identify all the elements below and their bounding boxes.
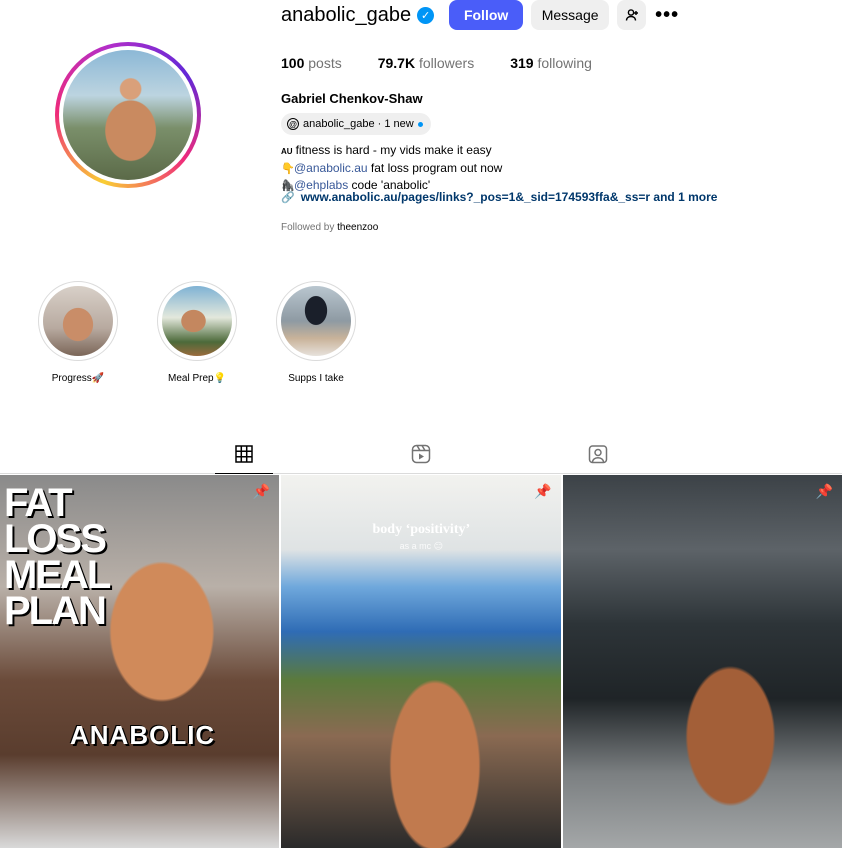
posts-grid-icon <box>235 445 253 463</box>
follow-button[interactable]: Follow <box>449 0 524 30</box>
new-indicator-dot <box>417 121 423 127</box>
mention-anabolic[interactable]: @anabolic.au <box>294 161 368 175</box>
post-tile[interactable]: 📌 <box>562 475 842 848</box>
post-overlay-title: FAT LOSS MEAL PLAN <box>4 481 111 633</box>
post-overlay-title: body ‘positivity’ <box>372 522 471 537</box>
post-tile[interactable]: body ‘positivity’ as a mc 😑 📌 <box>281 475 561 848</box>
highlight-label: Meal Prep💡 <box>167 373 227 384</box>
highlight-supps[interactable]: Supps I take <box>271 281 361 384</box>
posts-count: 100 posts <box>281 55 342 71</box>
highlight-ring <box>38 281 118 361</box>
link-icon: 🔗 <box>281 191 295 204</box>
reels-icon <box>411 444 431 464</box>
pointing-hand-icon: 👇 <box>281 163 295 175</box>
profile-link-text[interactable]: www.anabolic.au/pages/links?_pos=1&_sid=… <box>301 190 718 204</box>
more-options-button[interactable]: ••• <box>654 0 680 30</box>
highlight-cover <box>43 286 113 356</box>
more-options-icon: ••• <box>655 3 680 26</box>
highlight-meal-prep[interactable]: Meal Prep💡 <box>152 281 242 384</box>
bio-line-2: 👇@anabolic.au fat loss program out now <box>281 161 503 175</box>
pinned-icon: 📌 <box>815 483 833 499</box>
verified-badge-icon: ✓ <box>417 6 435 24</box>
profile-avatar-ring[interactable] <box>55 42 201 188</box>
profile-avatar <box>63 50 193 180</box>
profile-bio: AU fitness is hard - my vids make it easy… <box>281 142 502 194</box>
tab-tagged[interactable] <box>569 443 627 474</box>
followers-link[interactable]: 79.7K followers <box>378 55 475 71</box>
post-overlay-brand: ANABOLIC <box>70 720 216 750</box>
add-user-button[interactable] <box>617 0 647 30</box>
bio-line-1: AU fitness is hard - my vids make it easy <box>281 143 492 157</box>
highlight-cover <box>281 286 351 356</box>
threads-badge[interactable]: @ anabolic_gabe · 1 new <box>281 113 431 135</box>
tab-reels[interactable] <box>392 443 450 474</box>
highlight-label: Supps I take <box>288 373 344 384</box>
following-link[interactable]: 319 following <box>510 55 592 71</box>
tab-posts[interactable] <box>215 443 273 474</box>
posts-grid: FAT LOSS MEAL PLAN ANABOLIC 📌 body ‘posi… <box>0 475 842 848</box>
post-tile[interactable]: FAT LOSS MEAL PLAN ANABOLIC 📌 <box>0 475 280 848</box>
highlight-label: Progress🚀 <box>51 373 105 384</box>
profile-username: anabolic_gabe <box>281 3 412 26</box>
tagged-icon <box>588 445 608 464</box>
pinned-icon: 📌 <box>252 483 271 499</box>
highlight-ring <box>157 281 237 361</box>
profile-action-bar: anabolic_gabe ✓ Follow Message ••• <box>281 0 680 30</box>
highlight-cover <box>162 286 232 356</box>
followed-by[interactable]: Followed by theenzoo <box>281 222 378 233</box>
profile-link[interactable]: 🔗 www.anabolic.au/pages/links?_pos=1&_si… <box>281 190 717 204</box>
profile-avatar-frame <box>59 46 197 184</box>
add-user-icon <box>625 9 638 21</box>
message-button[interactable]: Message <box>531 0 610 30</box>
highlight-ring <box>276 281 356 361</box>
highlight-progress[interactable]: Progress🚀 <box>33 281 123 384</box>
post-overlay-subtitle: as a mc 😑 <box>399 541 444 551</box>
profile-stats: 100 posts 79.7K followers 319 following <box>281 55 628 71</box>
threads-icon: @ <box>287 118 299 130</box>
pinned-icon: 📌 <box>534 483 552 499</box>
profile-full-name: Gabriel Chenkov-Shaw <box>281 91 423 106</box>
threads-badge-text: anabolic_gabe · 1 new <box>303 118 414 130</box>
